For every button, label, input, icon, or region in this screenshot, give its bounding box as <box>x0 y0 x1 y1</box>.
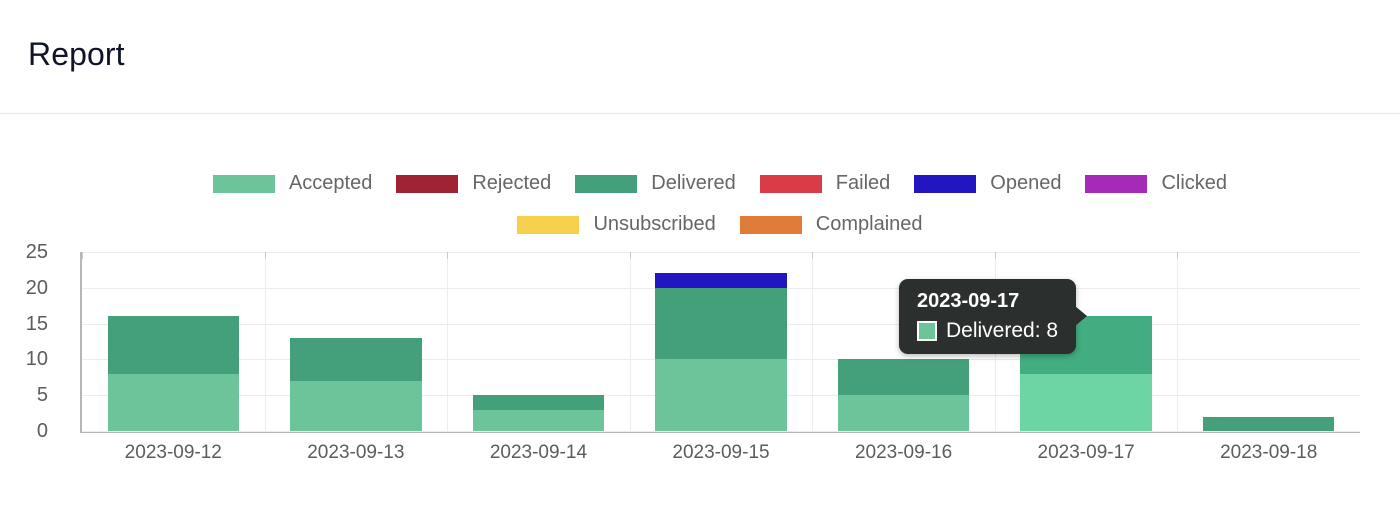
legend-label: Delivered <box>651 172 736 194</box>
x-axis-tick-label: 2023-09-12 <box>124 442 222 463</box>
tooltip-series-value: Delivered: 8 <box>946 319 1059 342</box>
bar-segment-accepted[interactable] <box>107 373 239 431</box>
legend-item-opened[interactable]: Opened <box>914 172 1061 195</box>
bar-segment-delivered[interactable] <box>107 316 239 374</box>
y-gridline <box>82 287 1360 289</box>
tooltip-title: 2023-09-17 <box>917 290 1020 312</box>
legend-item-complained[interactable]: Complained <box>739 213 923 236</box>
x-axis-tick-mark <box>812 252 813 259</box>
bar-segment-accepted[interactable] <box>837 395 970 431</box>
legend-item-rejected[interactable]: Rejected <box>396 172 551 195</box>
legend-swatch-icon <box>212 174 275 193</box>
bar-segment-delivered[interactable] <box>837 359 970 396</box>
bar-segment-delivered[interactable] <box>655 287 787 360</box>
legend-swatch-icon <box>517 215 580 234</box>
legend-label: Accepted <box>288 172 373 194</box>
bar-segment-accepted[interactable] <box>1020 373 1152 431</box>
y-axis-tick-label: 10 <box>25 348 48 371</box>
legend-swatch-icon <box>739 215 802 234</box>
legend-swatch-icon <box>759 174 822 193</box>
x-axis-tick-label: 2023-09-14 <box>489 442 588 463</box>
x-axis-tick-label: 2023-09-17 <box>1037 442 1135 463</box>
legend-label: Failed <box>835 172 891 194</box>
y-gridline <box>82 323 1360 325</box>
page-title: Report <box>28 36 125 72</box>
legend-swatch-icon <box>1085 174 1148 193</box>
y-axis-tick-label: 25 <box>25 241 48 263</box>
y-axis-tick-label: 20 <box>25 276 48 299</box>
bar-segment-accepted[interactable] <box>290 380 422 431</box>
x-axis-tick-mark <box>630 252 631 259</box>
legend-item-unsubscribed[interactable]: Unsubscribed <box>517 213 716 236</box>
y-axis-tick-label: 15 <box>25 312 48 335</box>
x-axis-tick-mark <box>995 252 996 259</box>
x-gridline <box>447 252 448 431</box>
legend-row: Accepted Rejected Delivered Failed Opened Cli… <box>80 163 1360 204</box>
x-gridline <box>265 252 266 431</box>
y-gridline <box>82 395 1360 397</box>
legend-item-clicked[interactable]: Clicked <box>1085 172 1227 195</box>
bar-segment-delivered[interactable] <box>1202 416 1335 431</box>
y-gridline <box>82 252 1360 253</box>
legend-label: Unsubscribed <box>593 213 716 235</box>
bar-segment-opened[interactable] <box>655 273 787 288</box>
tooltip-series-row: Delivered: 8 <box>917 319 1058 343</box>
tooltip-caret-icon <box>1075 306 1088 326</box>
page-header: Report <box>0 0 1400 114</box>
bar-segment-accepted[interactable] <box>472 409 605 431</box>
bar-segment-delivered[interactable] <box>290 337 422 381</box>
y-axis-tick-label: 5 <box>36 384 48 407</box>
x-axis-tick-mark <box>265 252 266 259</box>
x-axis-tick-mark <box>447 252 448 259</box>
chart-tooltip: 2023-09-17 Delivered: 8 <box>899 279 1088 354</box>
x-axis-tick-label: 2023-09-13 <box>307 442 405 463</box>
chart-plot-area: 0 5 10 15 20 25 2023-09-12 2023-09-13 2023-09-14… <box>26 241 1360 463</box>
x-axis-tick-mark <box>82 252 83 259</box>
legend-label: Rejected <box>472 172 552 194</box>
legend-item-accepted[interactable]: Accepted <box>212 172 373 195</box>
x-gridline <box>1177 252 1178 431</box>
legend-swatch-icon <box>575 174 638 193</box>
y-gridline <box>82 431 1360 432</box>
legend-row: Unsubscribed Complained <box>80 204 1360 245</box>
y-gridline <box>82 359 1360 361</box>
legend-label: Complained <box>815 213 923 235</box>
x-axis-tick-label: 2023-09-15 <box>672 442 770 463</box>
bar-segment-accepted[interactable] <box>655 359 787 431</box>
x-gridline <box>812 252 813 431</box>
legend-label: Opened <box>990 172 1062 194</box>
bar-segment-delivered[interactable] <box>472 395 605 410</box>
legend-label: Clicked <box>1161 172 1228 194</box>
chart-legend: Accepted Rejected Delivered Failed Opened Cli… <box>80 163 1360 245</box>
legend-item-failed[interactable]: Failed <box>759 172 891 195</box>
x-axis-tick-label: 2023-09-18 <box>1220 442 1318 463</box>
x-axis-tick-mark <box>1177 252 1178 259</box>
legend-item-delivered[interactable]: Delivered <box>575 172 736 195</box>
legend-swatch-icon <box>396 174 459 193</box>
tooltip-series-swatch-icon <box>917 321 937 341</box>
x-gridline <box>630 252 631 431</box>
y-axis-tick-label: 0 <box>36 420 48 442</box>
x-axis-tick-label: 2023-09-16 <box>854 442 953 463</box>
legend-swatch-icon <box>914 174 977 193</box>
